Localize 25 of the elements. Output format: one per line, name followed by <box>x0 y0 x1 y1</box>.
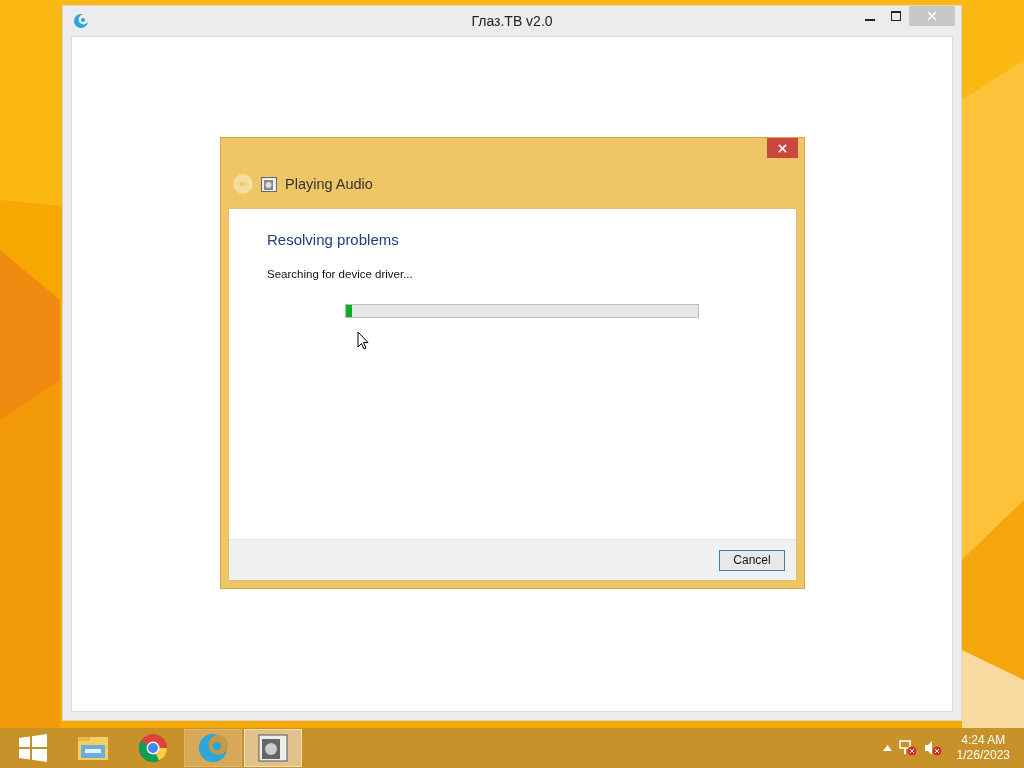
windows-logo-icon <box>19 734 47 762</box>
dialog-title: Playing Audio <box>285 176 373 192</box>
back-arrow-icon <box>238 179 248 189</box>
network-error-icon <box>898 740 917 756</box>
chrome-icon <box>138 733 168 763</box>
clock-date: 1/26/2023 <box>956 748 1010 763</box>
troubleshooter-icon <box>261 176 277 192</box>
caret-icon <box>882 745 892 751</box>
crescent-logo-icon <box>73 13 89 29</box>
crescent-logo-icon <box>198 733 228 763</box>
cancel-button[interactable]: Cancel <box>719 549 785 571</box>
status-text: Searching for device driver... <box>267 268 414 280</box>
clock-time: 4:24 AM <box>961 733 1006 748</box>
mouse-pointer-icon <box>357 331 369 350</box>
troubleshooter-icon <box>258 734 288 762</box>
heading: Resolving problems <box>267 231 400 248</box>
close-icon <box>778 143 787 153</box>
speaker-muted-icon <box>923 740 942 756</box>
maximize-icon <box>891 11 901 21</box>
taskbar-button[interactable] <box>244 729 302 767</box>
close-button[interactable] <box>767 138 798 158</box>
minimize-icon <box>865 18 875 21</box>
close-icon <box>927 11 937 21</box>
window-title: Глаз.ТВ v2.0 <box>471 13 553 29</box>
folder-icon <box>77 734 109 762</box>
